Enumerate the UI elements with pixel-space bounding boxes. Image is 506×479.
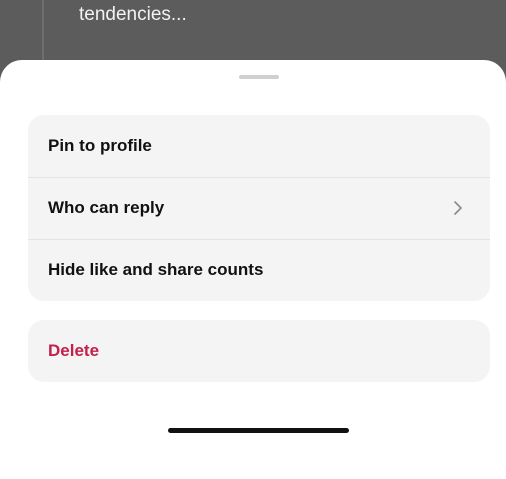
post-text-preview: tendencies... [79,4,187,25]
who-can-reply-label: Who can reply [48,198,165,217]
post-options-sheet: Pin to profile Who can reply Hide like a… [0,60,506,479]
danger-group: Delete [28,320,490,382]
pin-to-profile-label: Pin to profile [48,136,152,155]
chevron-right-icon [454,201,462,215]
delete-option[interactable]: Delete [28,320,490,382]
sheet-grabber[interactable] [239,75,279,79]
delete-label: Delete [48,341,100,360]
who-can-reply-option[interactable]: Who can reply [28,177,490,239]
hide-counts-label: Hide like and share counts [48,260,264,279]
home-indicator [168,428,349,433]
pin-to-profile-option[interactable]: Pin to profile [28,115,490,177]
hide-counts-option[interactable]: Hide like and share counts [28,239,490,301]
options-group: Pin to profile Who can reply Hide like a… [28,115,490,301]
